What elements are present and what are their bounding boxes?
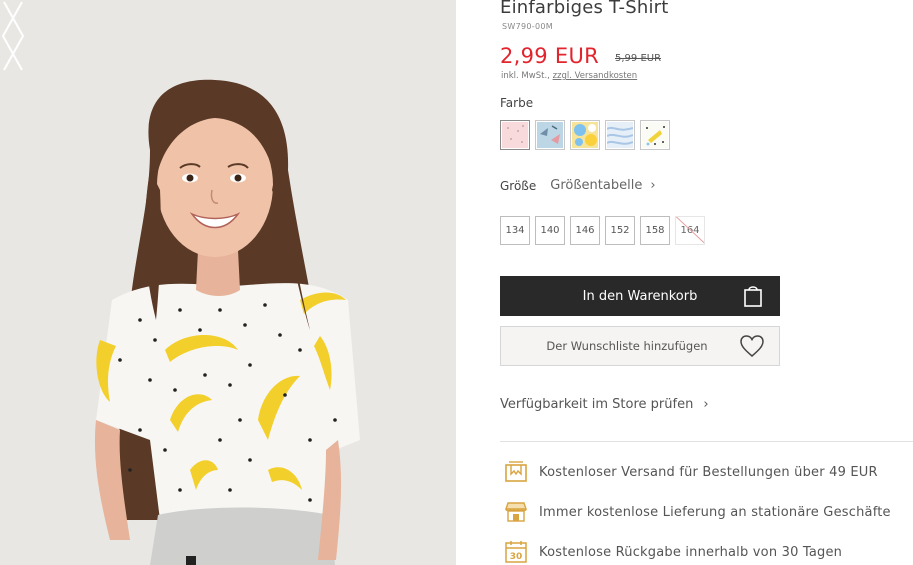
store-availability-link[interactable]: Verfügbarkeit im Store prüfen › <box>500 397 709 412</box>
next-image-arrow-icon[interactable] <box>0 0 26 72</box>
calendar-badge: 30 <box>510 552 523 562</box>
size-option-140[interactable]: 140 <box>535 216 565 245</box>
chevron-right-icon[interactable]: › <box>650 178 655 193</box>
add-to-cart-button[interactable]: In den Warenkorb <box>500 276 780 316</box>
size-option-164[interactable]: 164 <box>675 216 705 245</box>
heart-icon <box>740 335 764 357</box>
product-detail-panel: Einfarbiges T-Shirt SW790-00M 2,99 EUR 5… <box>500 0 913 565</box>
color-swatch-blue-pattern[interactable] <box>535 120 565 150</box>
add-to-cart-label: In den Warenkorb <box>582 288 698 304</box>
benefit-free-returns: 30 Kostenlose Rückgabe innerhalb von 30 … <box>504 540 842 564</box>
store-icon <box>505 502 527 522</box>
color-label: Farbe <box>500 96 534 110</box>
add-to-wishlist-button[interactable]: Der Wunschliste hinzufügen <box>500 326 780 366</box>
color-swatch-white-pattern[interactable] <box>640 120 670 150</box>
chevron-right-icon: › <box>703 397 709 412</box>
size-option-134[interactable]: 134 <box>500 216 530 245</box>
shipping-costs-link[interactable]: zzgl. Versandkosten <box>553 71 638 81</box>
color-swatch-light-blue-waves[interactable] <box>605 120 635 150</box>
size-option-158[interactable]: 158 <box>640 216 670 245</box>
color-swatch-yellow-floral[interactable] <box>570 120 600 150</box>
benefit-text: Immer kostenlose Lieferung an stationäre… <box>539 504 891 520</box>
size-chart-link[interactable]: Größentabelle <box>550 178 642 193</box>
old-price: 5,99 EUR <box>615 53 662 64</box>
size-option-146[interactable]: 146 <box>570 216 600 245</box>
store-availability-label: Verfügbarkeit im Store prüfen <box>500 397 694 412</box>
delivery-box-icon <box>505 461 527 482</box>
benefit-text: Kostenlose Rückgabe innerhalb von 30 Tag… <box>539 544 843 560</box>
color-swatch-pink-dots[interactable] <box>500 120 530 150</box>
size-label: Größe <box>500 178 537 193</box>
calendar-30-icon: 30 <box>505 541 527 563</box>
current-price: 2,99 EUR <box>500 44 600 68</box>
benefit-free-shipping: Kostenloser Versand für Bestellungen übe… <box>504 460 878 484</box>
benefit-text: Kostenloser Versand für Bestellungen übe… <box>539 464 878 480</box>
tax-note: inkl. MwSt., zzgl. Versandkosten <box>501 71 637 81</box>
size-options: 134 140 146 152 158 164 <box>500 216 705 245</box>
size-header: Größe Größentabelle › <box>500 178 656 193</box>
shopping-bag-icon <box>744 286 762 307</box>
product-image-gallery <box>0 0 456 565</box>
product-photo <box>0 0 456 565</box>
section-divider <box>500 441 913 442</box>
benefit-store-delivery: Immer kostenlose Lieferung an stationäre… <box>504 500 891 524</box>
add-to-wishlist-label: Der Wunschliste hinzufügen <box>546 339 708 353</box>
size-option-152[interactable]: 152 <box>605 216 635 245</box>
color-swatches <box>500 120 670 150</box>
tax-note-text: inkl. MwSt., <box>501 71 550 81</box>
product-sku: SW790-00M <box>502 22 553 31</box>
product-title: Einfarbiges T-Shirt <box>500 0 669 18</box>
